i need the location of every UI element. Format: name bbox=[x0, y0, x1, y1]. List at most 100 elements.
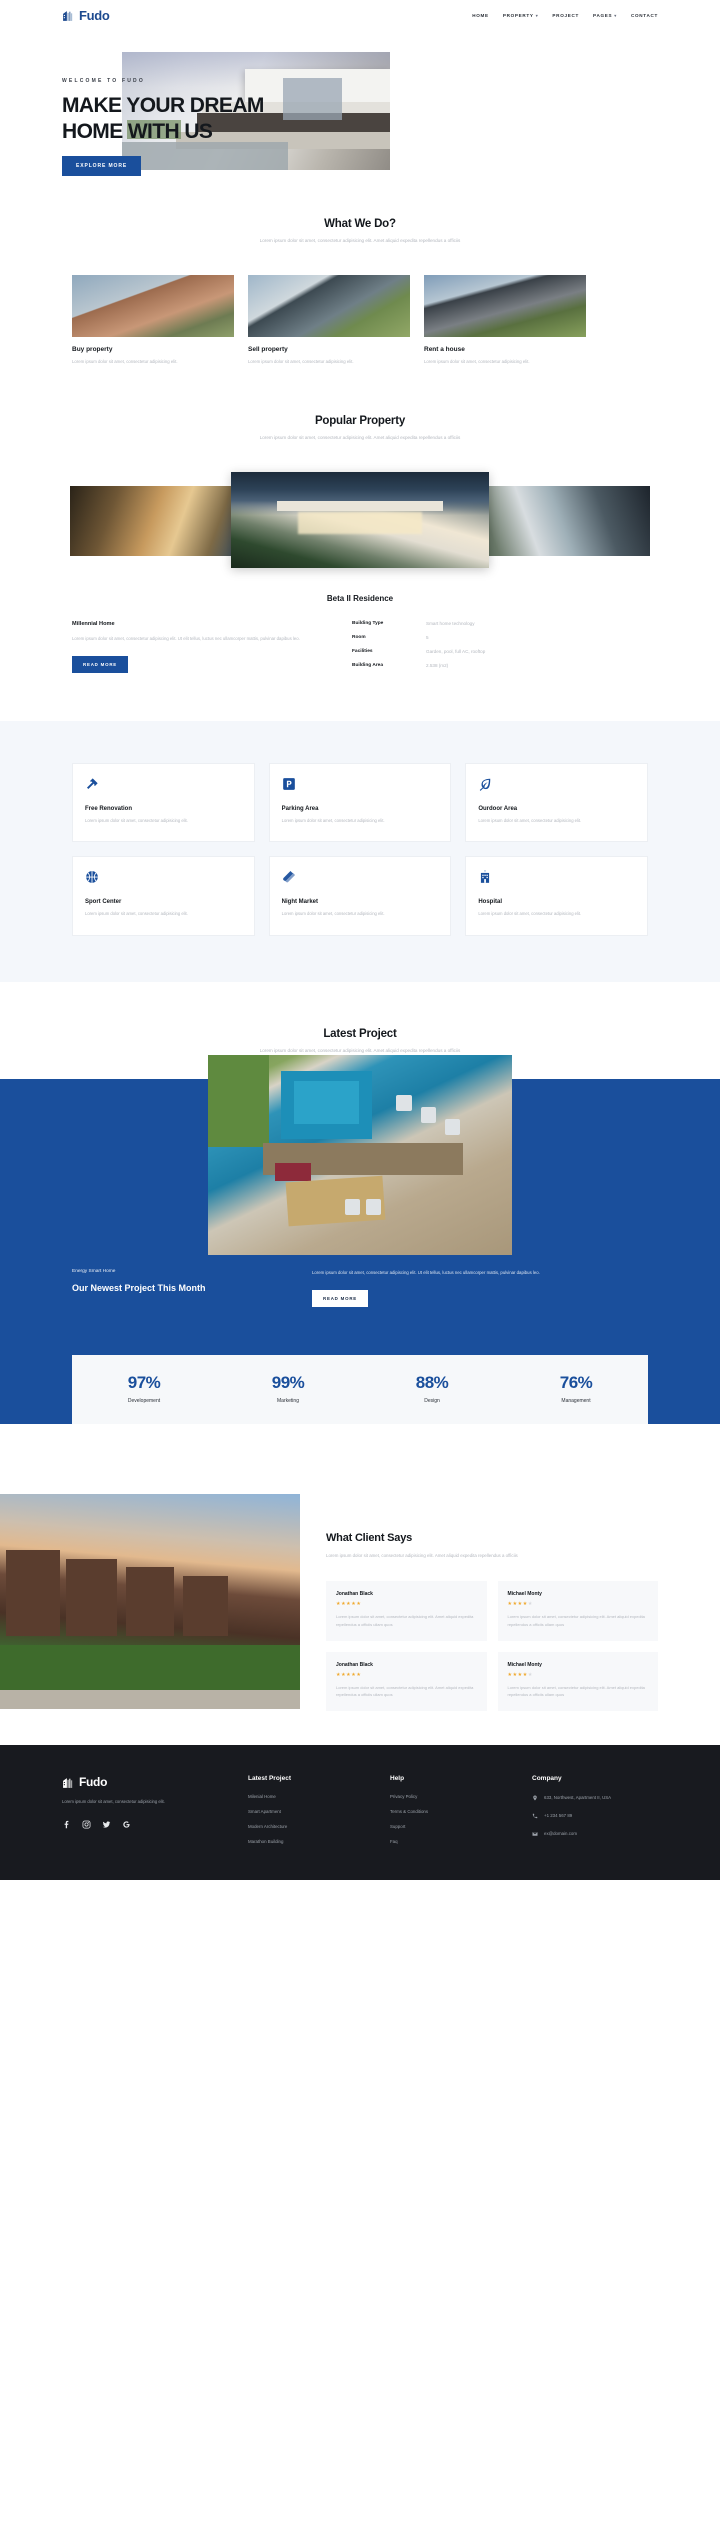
instagram-icon[interactable] bbox=[82, 1820, 91, 1829]
section-title: Latest Project bbox=[323, 1027, 397, 1040]
testimonial-card[interactable]: Michael Monty ★★★★★ Lorem ipsum dolor si… bbox=[497, 1651, 658, 1712]
site-header: Fudo HOME PROPERTY ▾ PROJECT PAGES ▾ CONTA… bbox=[0, 0, 720, 30]
project-eyebrow: Energy Smart Home bbox=[72, 1268, 116, 1274]
service-text: Lorem ipsum dolor sit amet, consectetur … bbox=[72, 359, 178, 365]
testimonial-card[interactable]: Michael Monty ★★★★★ Lorem ipsum dolor si… bbox=[497, 1580, 658, 1641]
footer-link[interactable]: Modern Architecture bbox=[248, 1824, 364, 1829]
parking-icon bbox=[282, 778, 295, 790]
footer-link[interactable]: Marathon Building bbox=[248, 1839, 364, 1844]
nav-label: PAGES bbox=[593, 12, 613, 18]
spec-key: Facilities bbox=[352, 649, 373, 655]
spec-value: 5 bbox=[426, 635, 429, 641]
project-heading-block: Energy Smart Home Our Newest Project Thi… bbox=[72, 1269, 282, 1307]
stat-label: Design bbox=[424, 1398, 440, 1405]
feature-text: Lorem ipsum dolor sit amet, consectetur … bbox=[85, 818, 188, 824]
footer-link[interactable]: Privacy Policy bbox=[390, 1794, 506, 1799]
feature-text: Lorem ipsum dolor sit amet, consectetur … bbox=[281, 911, 385, 917]
property-columns: Millennial Home Lorem ipsum dolor sit am… bbox=[0, 621, 720, 677]
section-title: Popular Property bbox=[314, 414, 406, 427]
noodles-icon bbox=[282, 871, 295, 883]
feature-text: Lorem ipsum dolor sit amet, consectetur … bbox=[281, 818, 385, 824]
footer-link[interactable]: Support bbox=[390, 1824, 506, 1829]
footer-email-row[interactable]: ex@domain.com bbox=[532, 1830, 658, 1837]
brand-logo[interactable]: Fudo bbox=[62, 8, 110, 23]
nav-item-home[interactable]: HOME bbox=[472, 13, 489, 18]
mail-icon bbox=[532, 1832, 538, 1836]
leaf-icon bbox=[480, 778, 491, 791]
section-title: What Client Says bbox=[326, 1532, 413, 1545]
testimonial-name: Jonathan Black bbox=[336, 1661, 373, 1668]
footer-phone-row[interactable]: +1 234 567 89 bbox=[532, 1812, 658, 1819]
stat-label: Management bbox=[561, 1398, 591, 1405]
project-read-more-button[interactable]: READ MORE bbox=[312, 1290, 369, 1308]
nav-item-project[interactable]: PROJECT bbox=[552, 13, 579, 18]
rating-stars: ★★★★★ bbox=[507, 1671, 533, 1678]
chevron-down-icon: ▾ bbox=[614, 12, 617, 18]
testimonial-card[interactable]: Jonathan Black ★★★★★ Lorem ipsum dolor s… bbox=[326, 1580, 487, 1641]
hero-title-line2: HOME WITH US bbox=[62, 119, 213, 143]
footer-link[interactable]: Faq bbox=[390, 1839, 506, 1844]
feature-card-hospital[interactable]: Hospital Lorem ipsum dolor sit amet, con… bbox=[465, 856, 648, 936]
stat-value: 97% bbox=[127, 1373, 161, 1393]
twitter-icon[interactable] bbox=[102, 1820, 111, 1829]
testimonial-grid: Jonathan Black ★★★★★ Lorem ipsum dolor s… bbox=[326, 1580, 658, 1712]
feature-card-parking-area[interactable]: Parking Area Lorem ipsum dolor sit amet,… bbox=[268, 763, 452, 843]
testimonial-card[interactable]: Jonathan Black ★★★★★ Lorem ipsum dolor s… bbox=[326, 1651, 487, 1712]
property-read-more-button[interactable]: READ MORE bbox=[72, 655, 129, 673]
service-image bbox=[72, 275, 234, 338]
social-links bbox=[62, 1820, 222, 1829]
service-card[interactable]: Rent a house Lorem ipsum dolor sit amet,… bbox=[424, 275, 586, 366]
rating-stars: ★★★★★ bbox=[507, 1600, 533, 1607]
stats-spacer bbox=[0, 1424, 720, 1471]
spec-row: Room 5 bbox=[352, 635, 648, 640]
feature-card-sport-center[interactable]: Sport Center Lorem ipsum dolor sit amet,… bbox=[72, 856, 255, 936]
explore-more-button[interactable]: EXPLORE MORE bbox=[62, 156, 142, 177]
footer-column-help: Help Privacy Policy Terms & Conditions S… bbox=[390, 1775, 506, 1854]
service-image bbox=[248, 275, 410, 338]
main-navigation: HOME PROPERTY ▾ PROJECT PAGES ▾ CONTACT bbox=[472, 13, 658, 18]
hero-title-line1: MAKE YOUR DREAM bbox=[62, 94, 264, 117]
hammer-icon bbox=[86, 778, 98, 790]
property-carousel[interactable] bbox=[0, 472, 720, 569]
hospital-icon bbox=[481, 870, 490, 884]
footer-logo[interactable]: Fudo bbox=[62, 1775, 222, 1789]
feature-title: Night Market bbox=[281, 899, 318, 906]
service-card[interactable]: Sell property Lorem ipsum dolor sit amet… bbox=[248, 275, 410, 366]
nav-label: PROPERTY bbox=[502, 12, 534, 18]
footer-email: ex@domain.com bbox=[544, 1831, 578, 1837]
service-card[interactable]: Buy property Lorem ipsum dolor sit amet,… bbox=[72, 275, 234, 366]
nav-item-property[interactable]: PROPERTY ▾ bbox=[503, 13, 539, 18]
rating-stars: ★★★★★ bbox=[336, 1671, 362, 1678]
latest-project-header: Latest Project Lorem ipsum dolor sit ame… bbox=[0, 1028, 720, 1055]
feature-text: Lorem ipsum dolor sit amet, consectetur … bbox=[478, 911, 582, 917]
testimonial-text: Lorem ipsum dolor sit amet, consectetur … bbox=[507, 1684, 645, 1698]
nav-label: PROJECT bbox=[552, 12, 580, 18]
testimonial-name: Jonathan Black bbox=[336, 1590, 373, 1597]
building-icon bbox=[63, 10, 73, 21]
stat-label: Marketing bbox=[277, 1398, 299, 1405]
carousel-slide-active[interactable] bbox=[231, 472, 489, 569]
footer-link[interactable]: Terms & Conditions bbox=[390, 1809, 506, 1814]
feature-title: Hospital bbox=[478, 899, 502, 906]
stat-item-design: 88% Design bbox=[360, 1373, 504, 1404]
google-icon[interactable] bbox=[122, 1820, 131, 1829]
testimonial-text: Lorem ipsum dolor sit amet, consectetur … bbox=[336, 1613, 474, 1627]
stat-item-developement: 97% Developement bbox=[72, 1373, 216, 1404]
feature-card-night-market[interactable]: Night Market Lorem ipsum dolor sit amet,… bbox=[268, 856, 452, 936]
spec-key: Building Area bbox=[352, 663, 384, 669]
facebook-icon[interactable] bbox=[62, 1820, 71, 1829]
stat-item-management: 76% Management bbox=[504, 1373, 648, 1404]
feature-text: Lorem ipsum dolor sit amet, consectetur … bbox=[478, 818, 582, 824]
project-description: Lorem ipsum dolor sit amet, consectetur … bbox=[312, 1269, 540, 1275]
nav-item-pages[interactable]: PAGES ▾ bbox=[593, 13, 617, 18]
feature-card-free-renovation[interactable]: Free Renovation Lorem ipsum dolor sit am… bbox=[72, 763, 255, 843]
basketball-icon bbox=[86, 871, 98, 884]
footer-link[interactable]: Milenial Home bbox=[248, 1794, 364, 1799]
spec-value: Garden, pool, full AC, rooftop bbox=[426, 649, 486, 655]
what-we-do-section: What We Do? Lorem ipsum dolor sit amet, … bbox=[0, 170, 720, 367]
building-icon bbox=[63, 1777, 73, 1788]
nav-item-contact[interactable]: CONTACT bbox=[631, 13, 658, 18]
spec-value: 2.538 (m2) bbox=[426, 663, 449, 669]
feature-card-ourdoor-area[interactable]: Ourdoor Area Lorem ipsum dolor sit amet,… bbox=[465, 763, 648, 843]
footer-link[interactable]: Smart Apartment bbox=[248, 1809, 364, 1814]
